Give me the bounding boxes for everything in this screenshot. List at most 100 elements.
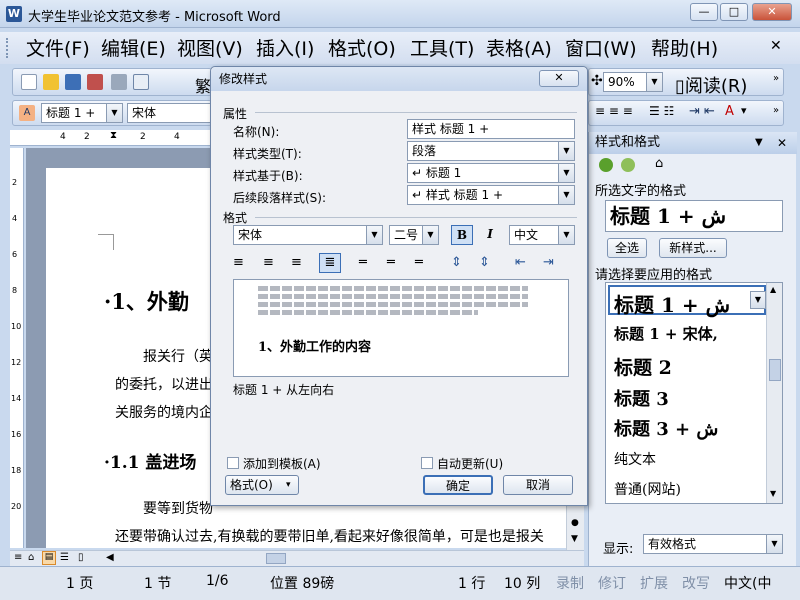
- based-on-select[interactable]: ↵ 标题 1 ▼: [407, 163, 575, 183]
- increase-indent-icon[interactable]: ⇥: [543, 255, 554, 270]
- horizontal-scrollbar[interactable]: ≡ ⌂ ▤ ☰ ▯ ◀: [10, 550, 584, 566]
- vertical-ruler[interactable]: 2 4 6 8 10 12 14 16 18 20: [10, 148, 24, 548]
- font-select[interactable]: 宋体 ▼: [233, 225, 383, 245]
- word-app-icon[interactable]: W: [6, 6, 22, 22]
- close-window-button[interactable]: ✕: [752, 3, 792, 21]
- bold-button[interactable]: B: [451, 225, 473, 245]
- scroll-thumb[interactable]: [266, 553, 286, 564]
- double-spacing-icon[interactable]: ═: [415, 255, 423, 270]
- selected-format-box[interactable]: 标题 1 + ش: [605, 200, 783, 232]
- style-item[interactable]: 标题 3 + ش: [614, 415, 718, 441]
- zoom-combo[interactable]: 90% ▼: [603, 72, 663, 92]
- doc-heading-2[interactable]: ·1.1 盖进场: [104, 448, 196, 473]
- outline-view-icon[interactable]: ☰: [60, 552, 69, 563]
- open-icon[interactable]: [43, 74, 59, 90]
- chevron-down-icon[interactable]: ▼: [422, 226, 438, 244]
- one-half-spacing-icon[interactable]: ═: [387, 255, 395, 270]
- permission-icon[interactable]: [87, 74, 103, 90]
- doc-paragraph[interactable]: 报关行（英: [143, 346, 213, 366]
- style-item[interactable]: 标题 3: [614, 385, 669, 411]
- maximize-button[interactable]: □: [720, 3, 748, 21]
- style-combo[interactable]: 标题 1 + ▼: [41, 103, 123, 123]
- doc-heading-1[interactable]: ·1、外勤: [104, 286, 189, 316]
- italic-button[interactable]: I: [479, 225, 501, 245]
- document-scroll-buttons[interactable]: ● ▼: [566, 506, 584, 550]
- status-record[interactable]: 录制: [556, 573, 584, 593]
- font-combo[interactable]: 宋体: [127, 103, 211, 123]
- menu-insert[interactable]: 插入(I): [256, 37, 314, 61]
- list-icons[interactable]: ☰ ☷: [649, 104, 674, 118]
- style-item[interactable]: 纯文本: [614, 449, 656, 469]
- size-select[interactable]: 二号 ▼: [389, 225, 439, 245]
- new-style-button[interactable]: 新样式...: [659, 238, 727, 258]
- save-icon[interactable]: [65, 74, 81, 90]
- style-item[interactable]: 普通(网站): [614, 479, 681, 499]
- browse-object-icon[interactable]: ●: [571, 518, 579, 528]
- normal-view-icon[interactable]: ≡: [14, 552, 22, 563]
- preview-icon[interactable]: [133, 74, 149, 90]
- new-icon[interactable]: [21, 74, 37, 90]
- menu-tools[interactable]: 工具(T): [410, 37, 474, 61]
- zoom-partial-icon[interactable]: ✣: [591, 73, 603, 89]
- toolbar-options-icon[interactable]: »: [773, 73, 779, 84]
- style-item[interactable]: 标题 1 + ش: [614, 289, 730, 318]
- minimize-button[interactable]: —: [690, 3, 718, 21]
- styles-list[interactable]: ▼ 标题 1 + ش 标题 1 + 宋体, 标题 2 标题 3 标题 3 + ش…: [605, 282, 783, 504]
- back-icon[interactable]: [599, 158, 613, 172]
- font-color-icon[interactable]: A: [725, 104, 734, 119]
- menu-edit[interactable]: 编辑(E): [101, 37, 166, 61]
- decrease-indent-icon[interactable]: ⇤: [515, 255, 526, 270]
- chevron-down-icon[interactable]: ▼: [558, 186, 574, 204]
- styles-list-scrollbar[interactable]: ▲ ▼: [766, 283, 782, 503]
- horizontal-ruler[interactable]: 4 2 2 4 ⧗: [10, 130, 210, 146]
- format-menu-button[interactable]: 格式(O) ▾: [225, 475, 299, 495]
- chevron-down-icon[interactable]: ▼: [766, 535, 782, 553]
- show-combo[interactable]: 有效格式 ▼: [643, 534, 783, 554]
- align-icons[interactable]: ≡ ≡ ≡: [595, 104, 633, 118]
- home-icon[interactable]: ⌂: [655, 156, 663, 171]
- align-left-icon[interactable]: ≡: [233, 255, 244, 270]
- increase-spacing-before-icon[interactable]: ⇕: [451, 255, 462, 270]
- doc-paragraph[interactable]: 还要带确认过去,有换载的要带旧单,看起来好像很简单，可是也是报关: [115, 526, 544, 546]
- menu-help[interactable]: 帮助(H): [651, 37, 718, 61]
- chevron-down-icon[interactable]: ▼: [646, 73, 662, 91]
- print-icon[interactable]: [111, 74, 127, 90]
- chevron-down-icon[interactable]: ▼: [755, 132, 763, 154]
- auto-update-label[interactable]: 自动更新(U): [437, 455, 503, 472]
- toolbar-grip[interactable]: [6, 38, 10, 58]
- select-all-button[interactable]: 全选: [607, 238, 647, 258]
- menu-window[interactable]: 窗口(W): [565, 37, 637, 61]
- cancel-button[interactable]: 取消: [503, 475, 573, 495]
- chevron-down-icon[interactable]: ▼: [558, 142, 574, 160]
- indent-icons[interactable]: ⇥ ⇤: [689, 104, 715, 119]
- status-overtype[interactable]: 改写: [682, 573, 710, 593]
- align-right-icon[interactable]: ≡: [291, 255, 302, 270]
- scroll-up-icon[interactable]: ▲: [770, 285, 776, 294]
- doc-paragraph[interactable]: 关服务的境内企: [115, 402, 213, 422]
- indent-marker-icon[interactable]: ⧗: [110, 130, 117, 141]
- menu-view[interactable]: 视图(V): [177, 37, 243, 61]
- close-icon[interactable]: ✕: [777, 132, 787, 154]
- menu-table[interactable]: 表格(A): [486, 37, 552, 61]
- print-layout-icon[interactable]: ▤: [42, 551, 56, 565]
- read-button[interactable]: ▯阅读(R): [675, 72, 747, 98]
- menu-file[interactable]: 文件(F): [26, 37, 90, 61]
- forward-icon[interactable]: [621, 158, 635, 172]
- doc-paragraph[interactable]: 的委托，以进出: [115, 374, 213, 394]
- chevron-down-icon[interactable]: ▼: [106, 104, 122, 122]
- next-style-select[interactable]: ↵ 样式 标题 1 + ▼: [407, 185, 575, 205]
- web-view-icon[interactable]: ⌂: [28, 552, 34, 563]
- chevron-down-icon[interactable]: ▼: [366, 226, 382, 244]
- chevron-down-icon[interactable]: ▾: [741, 104, 747, 117]
- decrease-spacing-before-icon[interactable]: ⇕: [479, 255, 490, 270]
- style-item[interactable]: 标题 2: [614, 353, 672, 380]
- add-to-template-label[interactable]: 添加到模板(A): [243, 455, 321, 472]
- status-extend[interactable]: 扩展: [640, 573, 668, 593]
- chevron-down-icon[interactable]: ▼: [558, 226, 574, 244]
- justify-icon[interactable]: ≣: [319, 253, 341, 273]
- convert-label[interactable]: 繁: [195, 73, 211, 97]
- auto-update-checkbox[interactable]: [421, 457, 433, 469]
- reading-view-icon[interactable]: ▯: [78, 552, 84, 563]
- status-track[interactable]: 修订: [598, 573, 626, 593]
- single-spacing-icon[interactable]: ═: [359, 255, 367, 270]
